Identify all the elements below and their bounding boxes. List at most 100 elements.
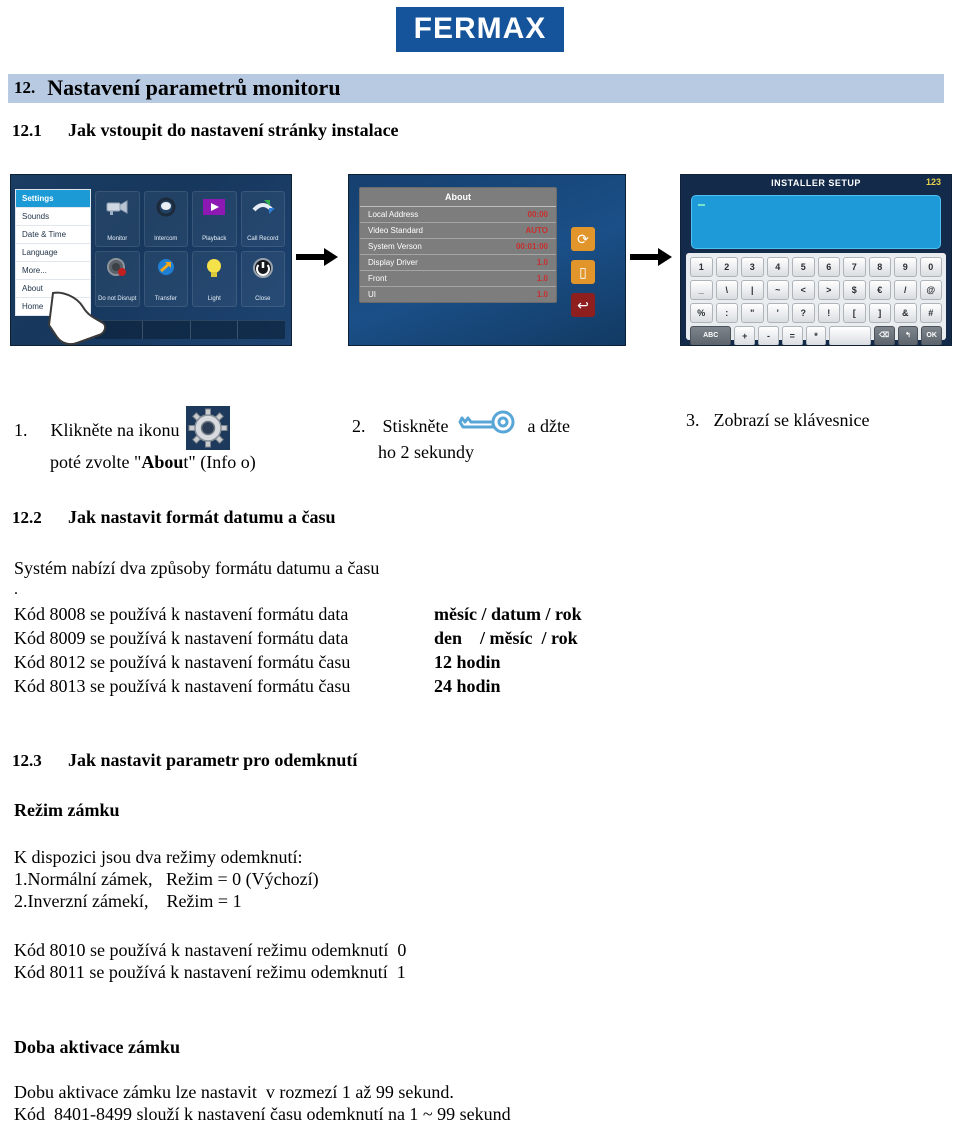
key-equals[interactable]: =	[781, 326, 803, 345]
key-plus[interactable]: +	[734, 326, 756, 345]
step-3-text: Zobrazí se klávesnice	[713, 410, 870, 430]
code-value: den / měsíc / rok	[434, 628, 578, 648]
step-1-line2-post: t" (Info o)	[183, 452, 256, 472]
about-row: Front 1.0	[360, 271, 556, 287]
key[interactable]: /	[894, 280, 917, 300]
subsection-12-3-number: 12.3	[12, 751, 42, 770]
key[interactable]: 0	[919, 257, 942, 277]
key[interactable]: 5	[792, 257, 815, 277]
key[interactable]: $	[843, 280, 866, 300]
key[interactable]: 1	[690, 257, 713, 277]
onscreen-keyboard[interactable]: 1 2 3 4 5 6 7 8 9 0 _ \ | ~ < > $ € / @ …	[686, 253, 946, 345]
key-ok[interactable]: OK	[921, 326, 942, 345]
key[interactable]: >	[817, 280, 840, 300]
key-icon	[457, 408, 519, 440]
key[interactable]: _	[690, 280, 713, 300]
code-value: měsíc / datum / rok	[434, 604, 582, 624]
key-abc-mode[interactable]: ABC	[690, 326, 732, 345]
lock-mode-line-1: K dispozici jsou dva režimy odemknutí:	[14, 847, 303, 867]
about-row: UI 1.0	[360, 287, 556, 302]
key[interactable]: %	[690, 303, 713, 323]
key[interactable]: '	[766, 303, 789, 323]
key[interactable]: 2	[715, 257, 738, 277]
about-value: 00:01:00	[515, 242, 548, 251]
text-caret	[698, 204, 705, 206]
app-tile-transfer[interactable]: Transfer	[143, 251, 188, 307]
menu-item-about[interactable]: About	[16, 280, 90, 298]
app-tile-light[interactable]: Light	[192, 251, 237, 307]
about-value: 1.0	[536, 290, 548, 299]
about-row: Video Standard AUTO	[360, 223, 556, 239]
key[interactable]: <	[792, 280, 815, 300]
key[interactable]: @	[919, 280, 942, 300]
subsection-12-2-heading: 12.2 Jak nastavit formát datumu a času	[12, 507, 336, 528]
subsection-12-1-heading: 12.1 Jak vstoupit do nastavení stránky i…	[12, 120, 399, 141]
menu-item-date-time[interactable]: Date & Time	[16, 226, 90, 244]
settings-menu-list[interactable]: Settings Sounds Date & Time Language Mor…	[15, 189, 91, 316]
key[interactable]: #	[919, 303, 942, 323]
activation-time-heading: Doba aktivace zámku	[14, 1037, 180, 1057]
step-2-text-pre: Stiskněte	[382, 416, 453, 436]
key[interactable]: [	[843, 303, 866, 323]
app-tile-call-record[interactable]: Call Record	[240, 191, 285, 247]
step-1-number: 1.	[14, 420, 28, 440]
refresh-icon[interactable]: ⟳	[571, 227, 595, 251]
key[interactable]: \	[715, 280, 738, 300]
app-tile-close[interactable]: Close	[240, 251, 285, 307]
menu-item-home[interactable]: Home	[16, 298, 90, 315]
key[interactable]: 7	[843, 257, 866, 277]
key[interactable]: 8	[868, 257, 891, 277]
backspace-icon[interactable]: ⌫	[873, 326, 895, 345]
key[interactable]: 4	[766, 257, 789, 277]
enter-icon[interactable]: ↰	[897, 326, 919, 345]
key[interactable]: |	[741, 280, 764, 300]
key[interactable]: &	[894, 303, 917, 323]
about-key: Front	[368, 274, 387, 283]
code-desc: Kód 8008 se používá k nastavení formátu …	[14, 604, 349, 624]
key[interactable]: :	[715, 303, 738, 323]
app-tile-intercom[interactable]: Intercom	[143, 191, 188, 247]
about-key: Video Standard	[368, 226, 424, 235]
key[interactable]: 9	[894, 257, 917, 277]
key-minus[interactable]: -	[758, 326, 779, 345]
arrow-2-icon	[630, 248, 672, 266]
key[interactable]: €	[868, 280, 891, 300]
page-icon[interactable]: ▯	[571, 260, 595, 284]
key-asterisk[interactable]: *	[805, 326, 827, 345]
key[interactable]: 6	[817, 257, 840, 277]
fermax-logo-text: FERMAX	[413, 12, 547, 45]
menu-item-settings[interactable]: Settings	[16, 190, 90, 208]
app-tile-monitor-label: Monitor	[107, 236, 128, 242]
key-space[interactable]	[829, 326, 871, 345]
step-3-line-1: 3. Zobrazí se klávesnice	[686, 408, 869, 432]
about-value: AUTO	[525, 226, 548, 235]
installer-code-input[interactable]	[691, 195, 941, 249]
code-desc: Kód 8012 se používá k nastavení formátu …	[14, 652, 351, 672]
key[interactable]: 3	[741, 257, 764, 277]
keyboard-mode-indicator[interactable]: 123	[926, 177, 941, 187]
back-arrow-icon[interactable]: ↩	[571, 293, 595, 317]
about-key: UI	[368, 290, 376, 299]
do-not-disturb-icon	[96, 257, 139, 283]
app-tile-do-not-disturb[interactable]: Do not Disrupt	[95, 251, 140, 307]
subsection-12-2-number: 12.2	[12, 508, 42, 527]
menu-item-more[interactable]: More...	[16, 262, 90, 280]
key[interactable]: ~	[766, 280, 789, 300]
table-row: Kód 8013 se používá k nastavení formátu …	[14, 674, 582, 698]
menu-item-sounds[interactable]: Sounds	[16, 208, 90, 226]
menu-item-language[interactable]: Language	[16, 244, 90, 262]
app-tile-playback[interactable]: Playback	[192, 191, 237, 247]
app-tile-monitor[interactable]: Monitor	[95, 191, 140, 247]
step-1-line2-bold: Abou	[141, 452, 184, 472]
subsection-12-2-title: Jak nastavit formát datumu a času	[68, 507, 336, 527]
about-side-buttons: ⟳ ▯ ↩	[571, 227, 597, 326]
key[interactable]: !	[817, 303, 840, 323]
brand-logo-wrap: FERMAX	[0, 0, 960, 52]
key[interactable]: ]	[868, 303, 891, 323]
settings-icon-grid: Monitor Intercom Playback Call Record Do…	[95, 191, 285, 307]
key[interactable]: ?	[792, 303, 815, 323]
key[interactable]: "	[741, 303, 764, 323]
activation-line-2: Kód 8401-8499 slouží k nastavení času od…	[14, 1104, 511, 1124]
subsection-12-1-title: Jak vstoupit do nastavení stránky instal…	[68, 120, 399, 140]
step-3-caption: 3. Zobrazí se klávesnice	[686, 408, 869, 432]
